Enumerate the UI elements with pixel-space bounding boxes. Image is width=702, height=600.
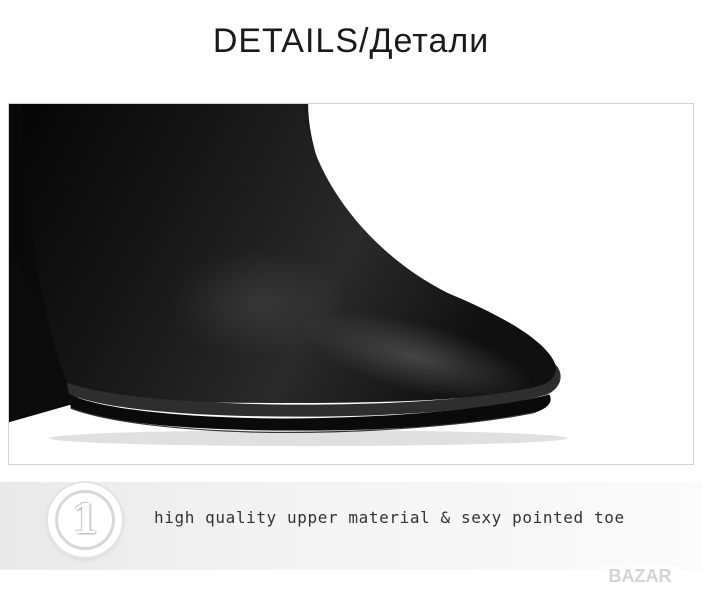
bazar-watermark-logo: BAZAR bbox=[588, 562, 692, 590]
page-title: DETAILS/Детали bbox=[212, 22, 490, 60]
feature-description: high quality upper material & sexy point… bbox=[154, 508, 625, 527]
product-detail-photo bbox=[8, 103, 694, 465]
feature-number: 1 bbox=[55, 490, 115, 550]
svg-text:BAZAR: BAZAR bbox=[609, 566, 672, 586]
pointed-toe-boot-closeup-icon bbox=[9, 104, 568, 447]
feature-number-badge: 1 bbox=[48, 483, 122, 557]
